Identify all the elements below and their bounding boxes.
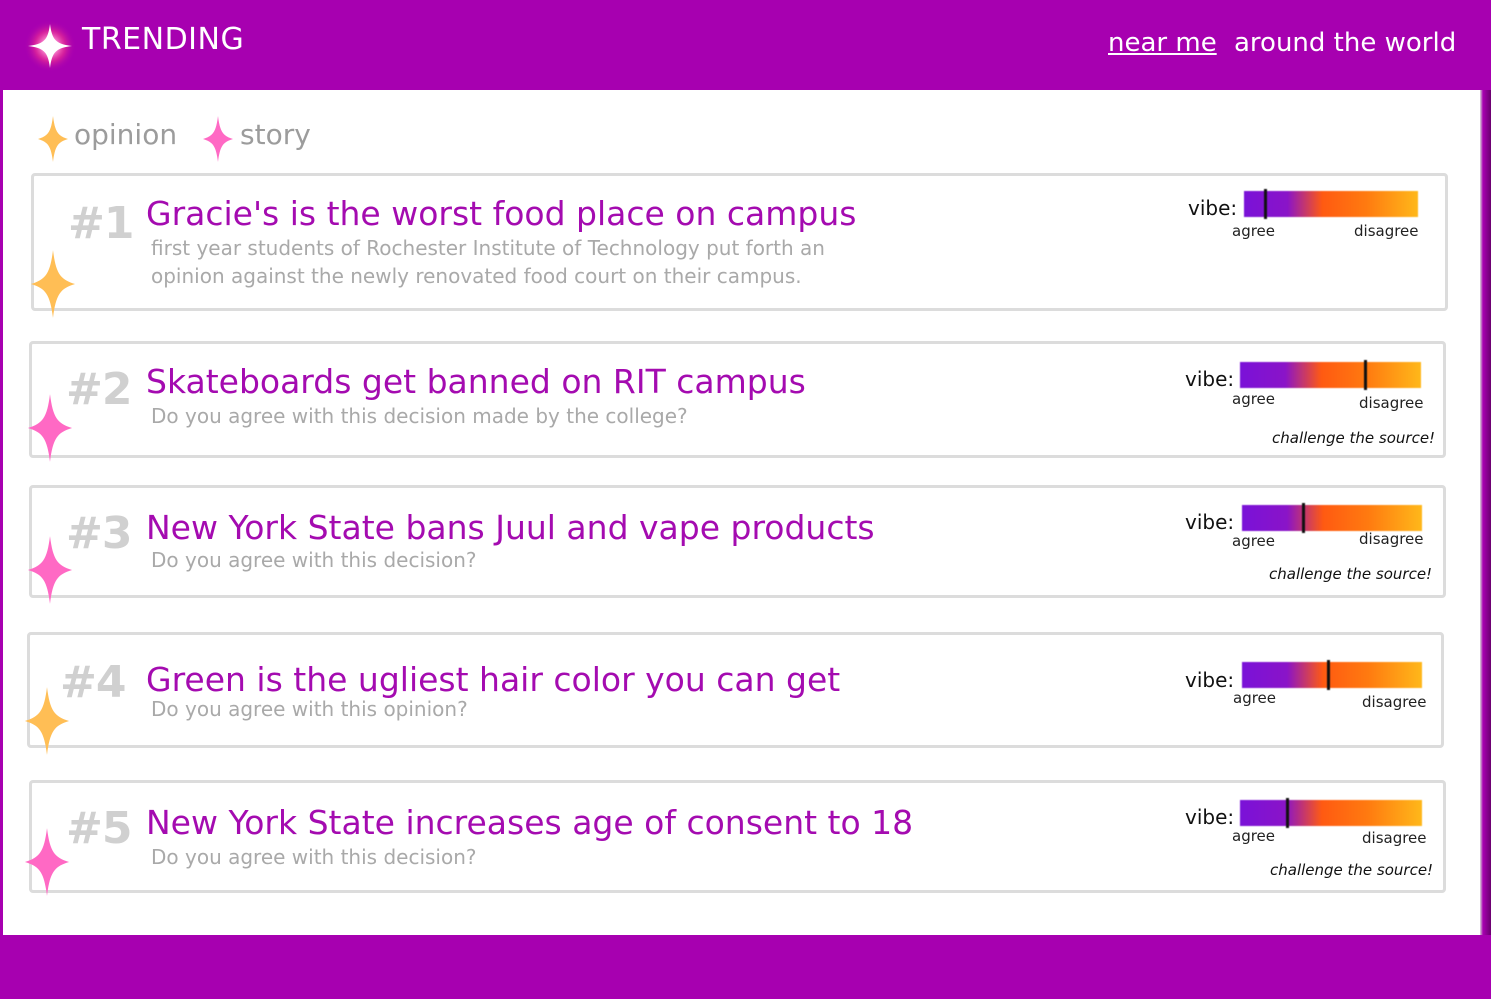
story-star-icon: [27, 394, 73, 462]
card-subtitle-line-2: opinion against the newly renovated food…: [151, 264, 802, 288]
trending-card-1[interactable]: #1 Gracie's is the worst food place on c…: [31, 173, 1448, 311]
card-subtitle-line-1: Do you agree with this decision?: [151, 548, 477, 572]
card-subtitle-line-1: Do you agree with this decision?: [151, 845, 477, 869]
card-title[interactable]: Green is the ugliest hair color you can …: [146, 660, 840, 699]
story-star-icon: [27, 536, 73, 604]
vibe-label: vibe:: [1185, 367, 1235, 391]
trending-card-4[interactable]: #4 Green is the ugliest hair color you c…: [27, 632, 1444, 748]
top-bar: TRENDING near me around the world: [0, 0, 1491, 90]
vibe-disagree-label: disagree: [1359, 530, 1424, 548]
card-title[interactable]: New York State increases age of consent …: [146, 803, 913, 842]
legend: opinion story: [36, 116, 336, 162]
vibe-marker: [1286, 798, 1290, 828]
nav-near-me-link[interactable]: near me: [1108, 28, 1217, 58]
vibe-disagree-label: disagree: [1362, 829, 1427, 847]
rank-number: #2: [66, 364, 132, 415]
vibe-label: vibe:: [1185, 805, 1235, 829]
vibe-disagree-label: disagree: [1362, 693, 1427, 711]
footer-bar: [0, 935, 1491, 999]
rank-number: #1: [68, 198, 134, 249]
vibe-marker: [1327, 660, 1331, 690]
vibe-agree-label: agree: [1232, 827, 1276, 845]
rank-number: #5: [66, 803, 132, 854]
opinion-star-icon: [30, 250, 76, 318]
vibe-disagree-label: disagree: [1354, 222, 1419, 240]
nav-around-the-world-link[interactable]: around the world: [1234, 28, 1456, 58]
app-title: TRENDING: [82, 22, 245, 57]
scrollbar-track[interactable]: [1480, 90, 1491, 935]
vibe-label: vibe:: [1185, 510, 1235, 534]
card-title[interactable]: New York State bans Juul and vape produc…: [146, 508, 875, 547]
rank-number: #3: [66, 508, 132, 559]
challenge-the-source-link[interactable]: challenge the source!: [1269, 565, 1432, 583]
vibe-agree-label: agree: [1232, 222, 1276, 240]
sparkle-logo-icon: [24, 20, 76, 72]
card-subtitle-line-1: first year students of Rochester Institu…: [151, 236, 825, 260]
card-title[interactable]: Gracie's is the worst food place on camp…: [146, 194, 856, 233]
story-star-icon: [24, 828, 70, 896]
vibe-agree-label: agree: [1232, 532, 1276, 550]
vibe-meter: [1240, 798, 1422, 828]
legend-opinion-label: opinion: [74, 118, 178, 151]
legend-story-label: story: [240, 118, 311, 151]
vibe-disagree-label: disagree: [1359, 394, 1424, 412]
vibe-meter: [1240, 360, 1421, 390]
vibe-meter: [1244, 189, 1418, 219]
vibe-label: vibe:: [1185, 668, 1235, 692]
vibe-marker: [1263, 189, 1267, 219]
challenge-the-source-link[interactable]: challenge the source!: [1270, 861, 1433, 879]
card-subtitle-line-1: Do you agree with this opinion?: [151, 697, 468, 721]
vibe-marker: [1302, 503, 1306, 533]
opinion-star-icon: [38, 116, 68, 162]
vibe-marker: [1363, 360, 1367, 390]
story-star-icon: [203, 116, 233, 162]
trending-card-5[interactable]: #5 New York State increases age of conse…: [29, 780, 1446, 893]
card-title[interactable]: Skateboards get banned on RIT campus: [146, 362, 806, 401]
vibe-label: vibe:: [1188, 196, 1238, 220]
opinion-star-icon: [24, 687, 70, 755]
card-subtitle-line-1: Do you agree with this decision made by …: [151, 404, 688, 428]
challenge-the-source-link[interactable]: challenge the source!: [1272, 429, 1435, 447]
vibe-agree-label: agree: [1232, 390, 1276, 408]
vibe-meter: [1242, 503, 1422, 533]
vibe-agree-label: agree: [1233, 689, 1277, 707]
trending-card-3[interactable]: #3 New York State bans Juul and vape pro…: [29, 485, 1446, 598]
vibe-meter: [1242, 660, 1422, 690]
trending-card-2[interactable]: #2 Skateboards get banned on RIT campus …: [29, 341, 1446, 458]
